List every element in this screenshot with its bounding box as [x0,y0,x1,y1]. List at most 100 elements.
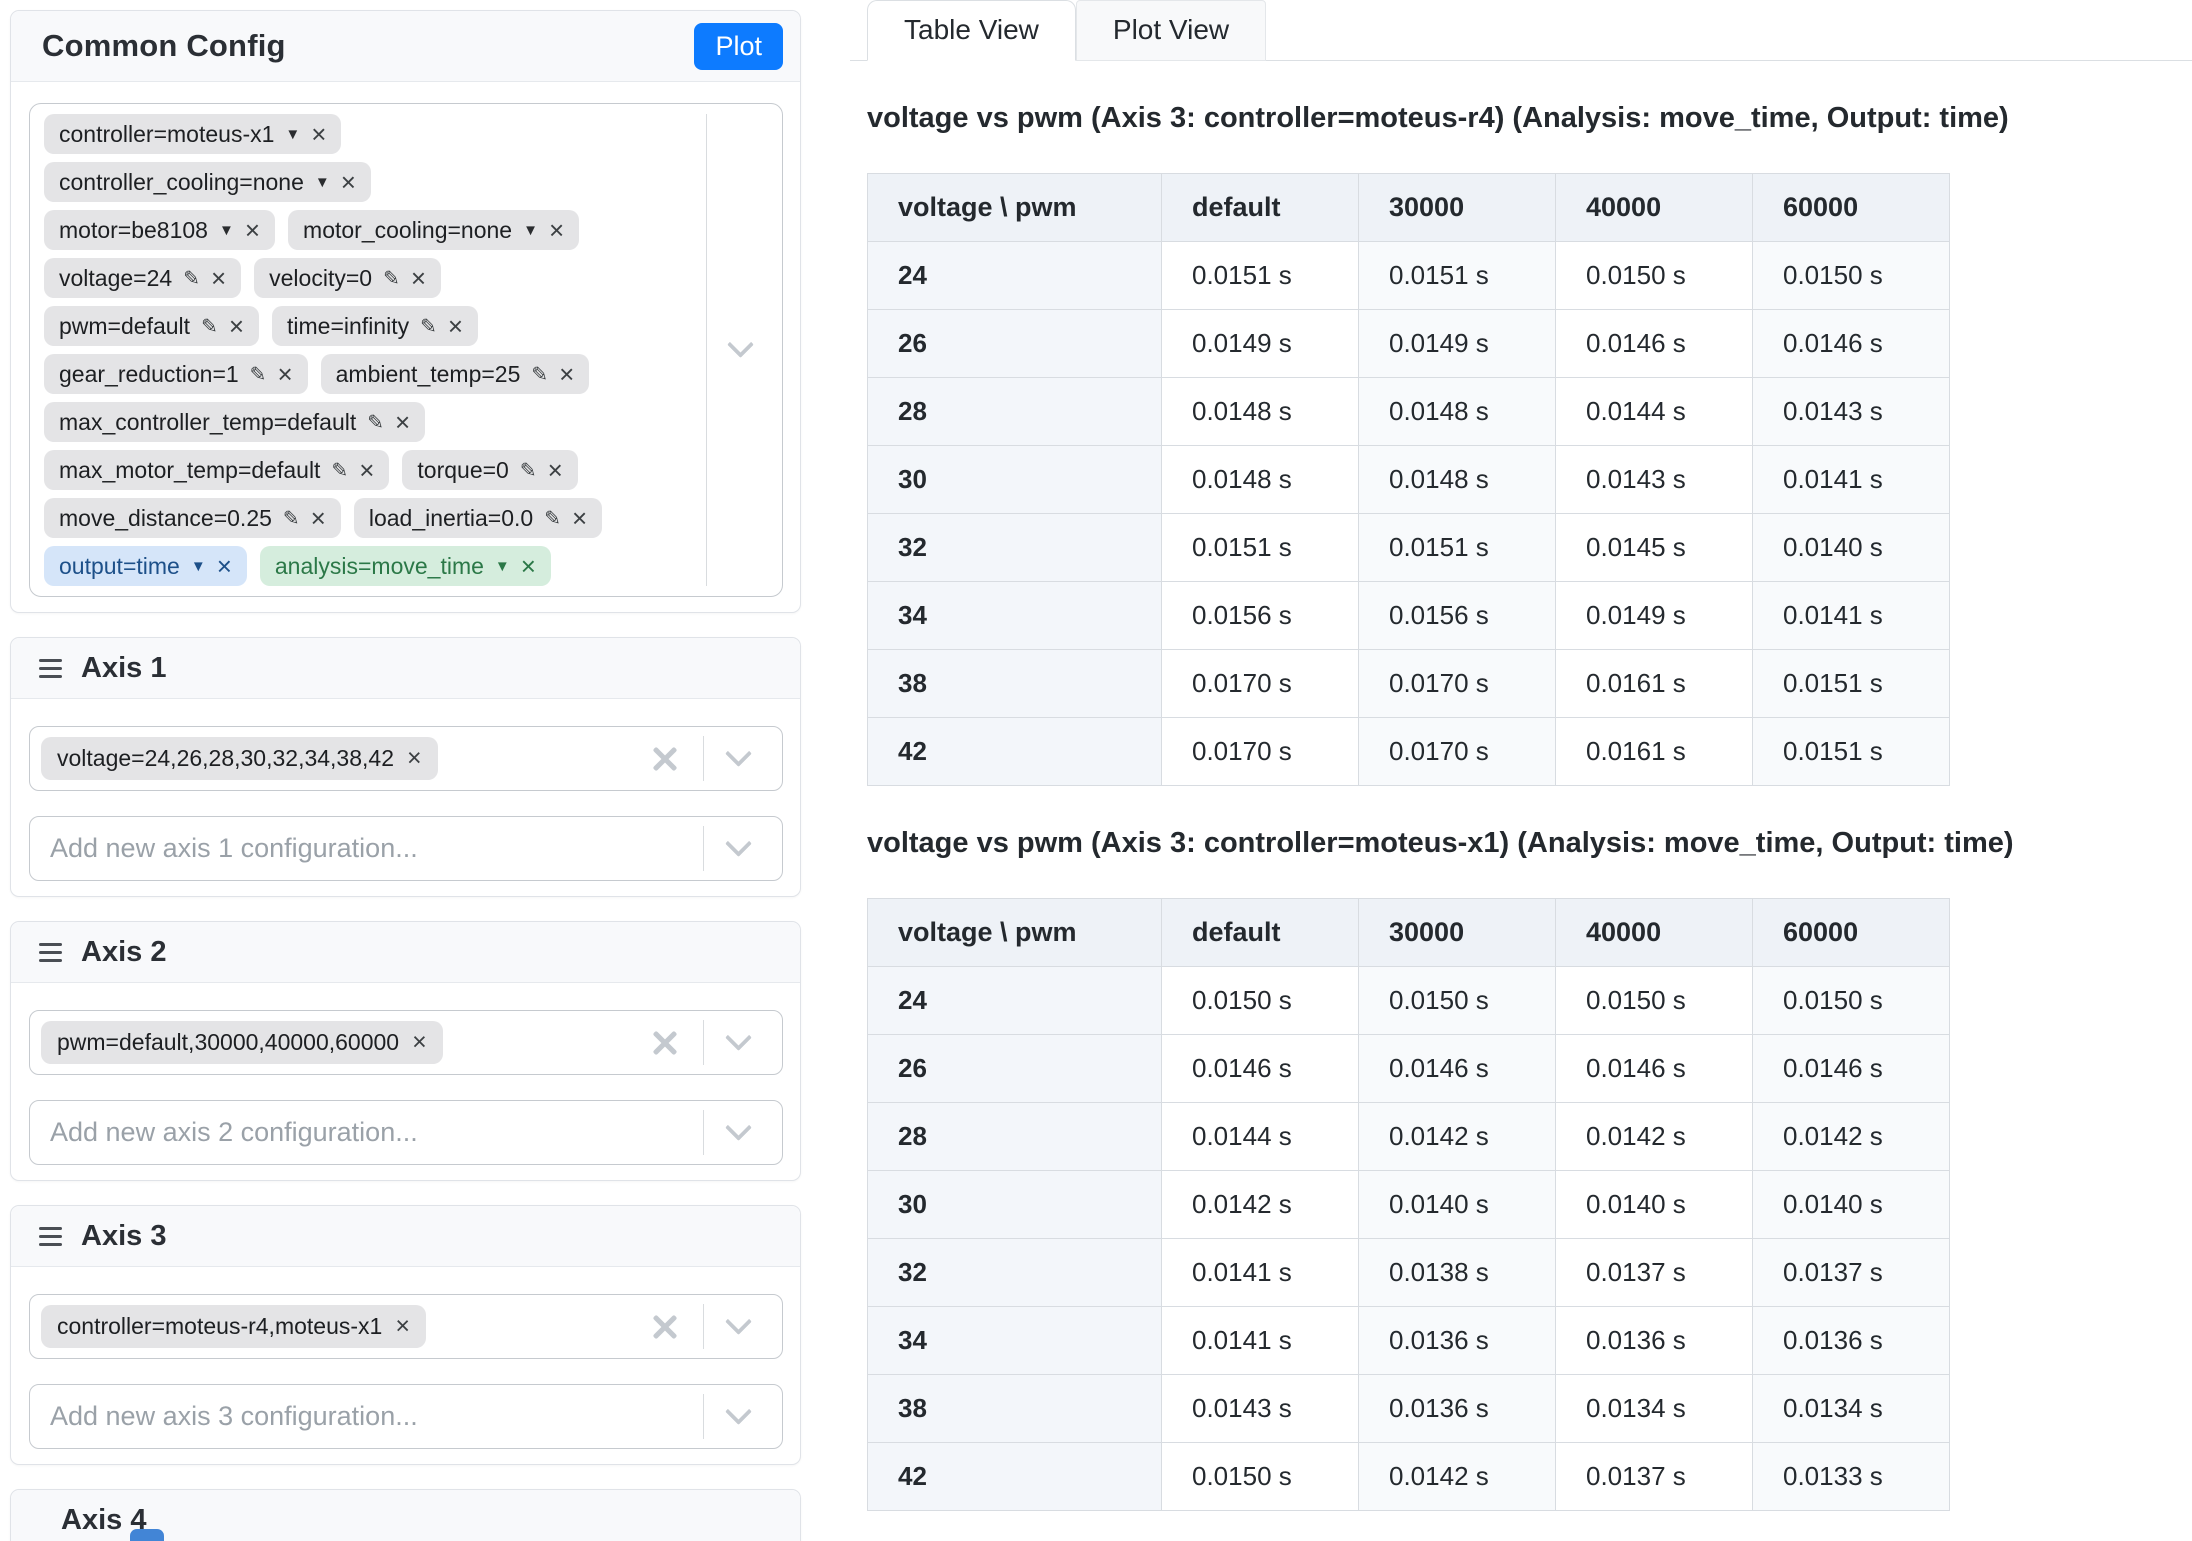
config-tag[interactable]: move_distance=0.25✎× [44,498,341,538]
axis-3-config-select[interactable]: controller=moteus-r4,moteus-x1× [29,1294,783,1359]
config-tag-row: motor=be8108▼×motor_cooling=none▼× [44,210,672,250]
remove-icon[interactable]: × [548,457,563,483]
dropdown-caret-icon[interactable]: ▼ [285,126,300,143]
plot-button[interactable]: Plot [694,23,783,70]
config-tag[interactable]: max_motor_temp=default✎× [44,450,389,490]
remove-icon[interactable]: × [407,746,422,771]
table-cell: 0.0144 s [1162,1103,1359,1171]
dropdown-caret-icon[interactable]: ▼ [495,558,510,575]
axis-2-config-select[interactable]: pwm=default,30000,40000,60000× [29,1010,783,1075]
remove-icon[interactable]: × [448,313,463,339]
config-tag[interactable]: output=time ▼ × [44,546,247,586]
edit-icon[interactable]: ✎ [201,314,218,339]
chevron-down-icon[interactable] [726,1118,750,1142]
edit-icon[interactable]: ✎ [331,458,348,483]
config-tag[interactable]: load_inertia=0.0✎× [354,498,602,538]
drag-handle-icon[interactable] [39,659,62,678]
dropdown-caret-icon[interactable]: ▼ [219,222,234,239]
remove-icon[interactable]: × [572,505,587,531]
edit-icon[interactable]: ✎ [283,506,300,531]
chevron-down-icon[interactable] [726,744,750,768]
config-tag[interactable]: voltage=24✎× [44,258,241,298]
config-tag-label: motor_cooling=none [303,217,512,244]
axis-config-chip[interactable]: controller=moteus-r4,moteus-x1× [41,1305,426,1348]
chevron-down-icon[interactable] [728,335,752,359]
table-cell: 34 [868,1307,1162,1375]
remove-icon[interactable]: × [211,265,226,291]
remove-icon[interactable]: × [245,217,260,243]
table-cell: 0.0141 s [1162,1239,1359,1307]
remove-icon[interactable]: × [395,409,410,435]
table-cell: 0.0133 s [1753,1443,1950,1511]
config-tag[interactable]: pwm=default✎× [44,306,259,346]
remove-icon[interactable]: × [217,553,232,579]
dropdown-caret-icon[interactable]: ▼ [315,174,330,191]
table-col-header: 40000 [1556,899,1753,967]
axis-title: Axis 3 [81,1220,166,1253]
axis-config-chip[interactable]: voltage=24,26,28,30,32,34,38,42× [41,737,438,780]
chevron-down-icon[interactable] [726,1312,750,1336]
remove-icon[interactable]: × [411,265,426,291]
remove-icon[interactable]: × [521,553,536,579]
edit-icon[interactable]: ✎ [520,458,537,483]
edit-icon[interactable]: ✎ [367,410,384,435]
edit-icon[interactable]: ✎ [383,266,400,291]
edit-icon[interactable]: ✎ [531,362,548,387]
common-config-tagbox[interactable]: controller=moteus-x1▼×controller_cooling… [29,103,783,597]
config-tag[interactable]: controller=moteus-x1 ▼ × [44,114,341,154]
config-tag[interactable]: controller_cooling=none ▼ × [44,162,371,202]
table-row: 280.0148 s0.0148 s0.0144 s0.0143 s [868,378,1950,446]
edit-icon[interactable]: ✎ [183,266,200,291]
drag-handle-icon[interactable] [39,943,62,962]
dropdown-caret-icon[interactable]: ▼ [523,222,538,239]
axis-3-add-input[interactable]: Add new axis 3 configuration... [29,1384,783,1449]
config-tag[interactable]: velocity=0✎× [254,258,441,298]
config-tag[interactable]: torque=0 ✎ × [402,450,577,490]
config-tag[interactable]: max_controller_temp=default✎× [44,402,425,442]
config-tag-label: controller=moteus-x1 [59,121,274,148]
drag-handle-icon[interactable] [39,1227,62,1246]
remove-icon[interactable]: × [229,313,244,339]
table-cell: 0.0170 s [1162,650,1359,718]
config-tag-label: output=time [59,553,180,580]
remove-icon[interactable]: × [412,1030,427,1055]
tab-plot-view[interactable]: Plot View [1076,0,1266,61]
clear-icon[interactable] [651,745,679,773]
table-cell: 0.0138 s [1359,1239,1556,1307]
config-tag[interactable]: gear_reduction=1✎× [44,354,308,394]
tab-table-view[interactable]: Table View [867,0,1076,61]
axis-2-add-input[interactable]: Add new axis 2 configuration... [29,1100,783,1165]
axis-1-add-input[interactable]: Add new axis 1 configuration... [29,816,783,881]
edit-icon[interactable]: ✎ [544,506,561,531]
chevron-down-icon[interactable] [726,834,750,858]
remove-icon[interactable]: × [559,361,574,387]
config-tag[interactable]: motor=be8108▼× [44,210,275,250]
config-tag[interactable]: time=infinity✎× [272,306,478,346]
edit-icon[interactable]: ✎ [250,362,267,387]
chevron-down-icon[interactable] [726,1402,750,1426]
dropdown-caret-icon[interactable]: ▼ [191,558,206,575]
clear-icon[interactable] [651,1029,679,1057]
chevron-down-icon[interactable] [726,1028,750,1052]
config-tag-label: controller_cooling=none [59,169,304,196]
remove-icon[interactable]: × [277,361,292,387]
remove-icon[interactable]: × [359,457,374,483]
config-tag[interactable]: motor_cooling=none ▼ × [288,210,579,250]
config-tag-label: torque=0 [417,457,508,484]
remove-icon[interactable]: × [341,169,356,195]
table-title: voltage vs pwm (Axis 3: controller=moteu… [867,102,2192,135]
edit-icon[interactable]: ✎ [420,314,437,339]
axis-card-list: Axis 1voltage=24,26,28,30,32,34,38,42×Ad… [10,637,801,1541]
axis-1-config-select[interactable]: voltage=24,26,28,30,32,34,38,42× [29,726,783,791]
table-cell: 38 [868,650,1162,718]
remove-icon[interactable]: × [311,121,326,147]
remove-icon[interactable]: × [311,505,326,531]
table-cell: 0.0146 s [1753,310,1950,378]
clear-icon[interactable] [651,1313,679,1341]
remove-icon[interactable]: × [549,217,564,243]
config-tag[interactable]: ambient_temp=25✎× [321,354,590,394]
config-tag[interactable]: analysis=move_time▼× [260,546,551,586]
axis-config-chip[interactable]: pwm=default,30000,40000,60000× [41,1021,443,1064]
remove-icon[interactable]: × [395,1314,410,1339]
table-cell: 0.0140 s [1753,1171,1950,1239]
